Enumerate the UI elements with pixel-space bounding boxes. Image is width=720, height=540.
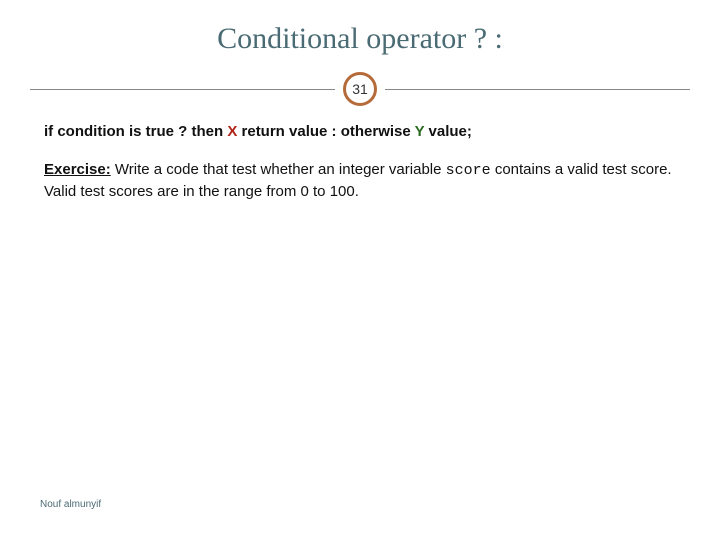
divider-line-left [30, 89, 335, 90]
syntax-text-1: if condition is true ? then [44, 123, 227, 140]
syntax-y: Y [415, 123, 425, 140]
exercise-label: Exercise: [44, 161, 111, 178]
syntax-x: X [227, 123, 237, 140]
syntax-line: if condition is true ? then X return val… [44, 122, 676, 142]
syntax-text-3: value; [424, 123, 472, 140]
slide: Conditional operator ? : 31 if condition… [0, 0, 720, 540]
divider-line-right [385, 89, 690, 90]
footer-author: Nouf almunyif [40, 499, 101, 510]
page-title: Conditional operator ? : [0, 0, 720, 66]
exercise-code: score [446, 162, 491, 179]
exercise-text: Exercise: Write a code that test whether… [44, 160, 676, 202]
exercise-part1: Write a code that test whether an intege… [111, 161, 446, 178]
content-area: if condition is true ? then X return val… [0, 122, 720, 202]
divider: 31 [0, 72, 720, 106]
page-number-badge: 31 [343, 72, 377, 106]
syntax-text-2: return value : otherwise [237, 123, 414, 140]
